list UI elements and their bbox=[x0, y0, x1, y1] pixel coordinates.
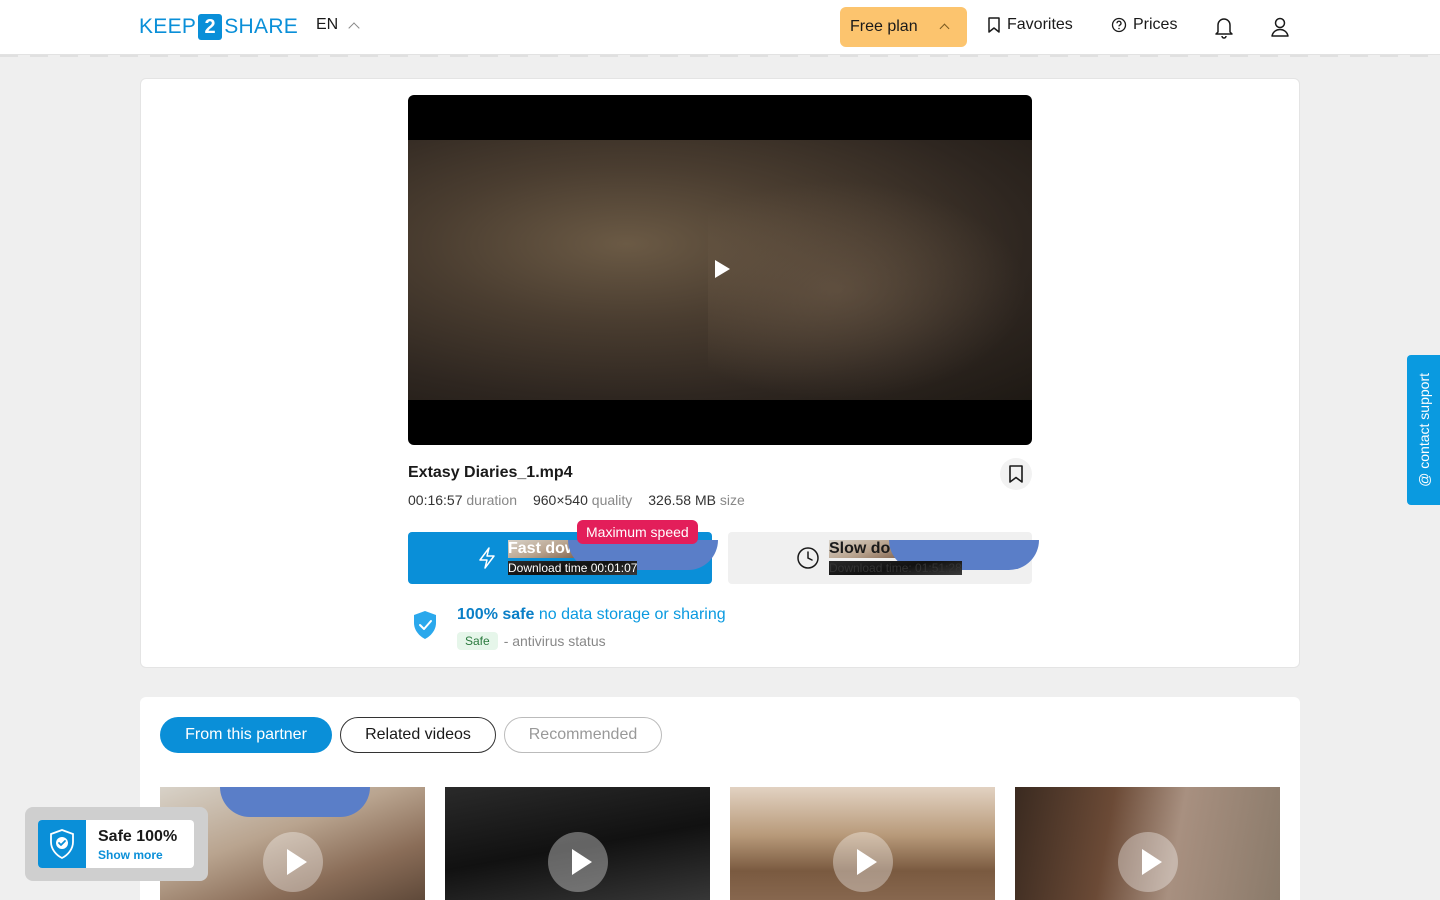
chevron-up-icon bbox=[348, 21, 360, 34]
safe-widget-shield bbox=[38, 820, 86, 868]
play-icon[interactable] bbox=[263, 832, 323, 892]
play-icon[interactable] bbox=[548, 832, 608, 892]
video-thumbnail[interactable] bbox=[1015, 787, 1280, 900]
slow-download-button[interactable]: Slow download Download time: 01:51:28 bbox=[728, 532, 1040, 584]
safe-badge: Safe bbox=[457, 632, 498, 650]
show-more-link[interactable]: Show more bbox=[98, 848, 163, 862]
contact-support-tab[interactable]: @ contact support bbox=[1407, 355, 1440, 505]
free-plan-button[interactable]: Free plan bbox=[840, 7, 967, 47]
antivirus-status: Safe - antivirus status bbox=[457, 632, 606, 650]
prices-label: Prices bbox=[1133, 16, 1178, 33]
safe-widget-title: Safe 100% bbox=[98, 828, 178, 845]
lightning-icon bbox=[479, 547, 495, 569]
play-icon[interactable] bbox=[1118, 832, 1178, 892]
safety-bold: 100% safe bbox=[457, 606, 535, 623]
slow-download-title: Slow download bbox=[829, 540, 1040, 570]
bell-icon bbox=[1215, 18, 1233, 39]
play-icon[interactable] bbox=[715, 260, 730, 278]
question-circle-icon bbox=[1111, 17, 1127, 33]
keep2share-logo[interactable]: KEEP 2 SHARE bbox=[139, 14, 298, 40]
free-plan-label: Free plan bbox=[850, 18, 918, 35]
play-icon[interactable] bbox=[833, 832, 893, 892]
logo-text-2: 2 bbox=[198, 14, 223, 40]
antivirus-label: - antivirus status bbox=[503, 633, 606, 649]
duration-value: 00:16:57 bbox=[408, 492, 463, 508]
safety-detail: no data storage or sharing bbox=[538, 606, 726, 623]
top-header: KEEP 2 SHARE EN Free plan Favorites Pric… bbox=[0, 0, 1440, 55]
size-meta: 326.58 MB size bbox=[648, 492, 745, 508]
video-thumbnail[interactable] bbox=[730, 787, 995, 900]
file-meta: 00:16:57 duration 960×540 quality 326.58… bbox=[408, 492, 745, 508]
add-to-favorites-button[interactable] bbox=[1000, 458, 1032, 490]
header-divider bbox=[0, 55, 1440, 57]
clock-icon bbox=[797, 547, 819, 569]
safe-widget[interactable]: Safe 100% Show more bbox=[25, 807, 208, 881]
duration-label: duration bbox=[466, 492, 517, 508]
video-player[interactable] bbox=[408, 95, 1032, 445]
tab-related-videos[interactable]: Related videos bbox=[340, 717, 496, 753]
tab-from-this-partner[interactable]: From this partner bbox=[160, 717, 332, 753]
contact-support-label: @ contact support bbox=[1415, 373, 1432, 487]
quality-value: 960×540 bbox=[532, 492, 588, 508]
size-label: size bbox=[719, 492, 745, 508]
duration-meta: 00:16:57 duration bbox=[408, 492, 517, 508]
notifications-button[interactable] bbox=[1212, 14, 1236, 40]
slow-download-time: Download time: 01:51:28 bbox=[829, 561, 962, 575]
prices-link[interactable]: Prices bbox=[1111, 16, 1177, 34]
language-selector[interactable]: EN bbox=[316, 16, 360, 34]
maximum-speed-badge: Maximum speed bbox=[577, 520, 698, 544]
shield-check-icon bbox=[50, 829, 74, 860]
account-button[interactable] bbox=[1268, 14, 1292, 40]
logo-text-share: SHARE bbox=[224, 15, 299, 38]
language-label: EN bbox=[316, 16, 339, 33]
user-icon bbox=[1271, 17, 1289, 37]
shield-check-icon bbox=[414, 611, 436, 639]
bookmark-icon bbox=[1009, 465, 1023, 483]
quality-meta: 960×540 quality bbox=[533, 492, 632, 508]
bookmark-icon bbox=[988, 17, 1000, 33]
favorites-label: Favorites bbox=[1007, 16, 1073, 33]
video-thumbnail[interactable] bbox=[445, 787, 710, 900]
fast-download-time: Download time 00:01:07 bbox=[508, 561, 638, 575]
favorites-link[interactable]: Favorites bbox=[987, 16, 1073, 34]
tab-recommended[interactable]: Recommended bbox=[504, 717, 662, 753]
chevron-up-icon bbox=[939, 23, 950, 34]
quality-label: quality bbox=[591, 492, 633, 508]
safety-note: 100% safe no data storage or sharing bbox=[457, 606, 726, 624]
logo-text-keep: KEEP bbox=[139, 15, 197, 38]
size-value: 326.58 MB bbox=[648, 492, 716, 508]
safe-widget-body: Safe 100% Show more bbox=[38, 820, 194, 868]
file-name: Extasy Diaries_1.mp4 bbox=[408, 464, 573, 481]
